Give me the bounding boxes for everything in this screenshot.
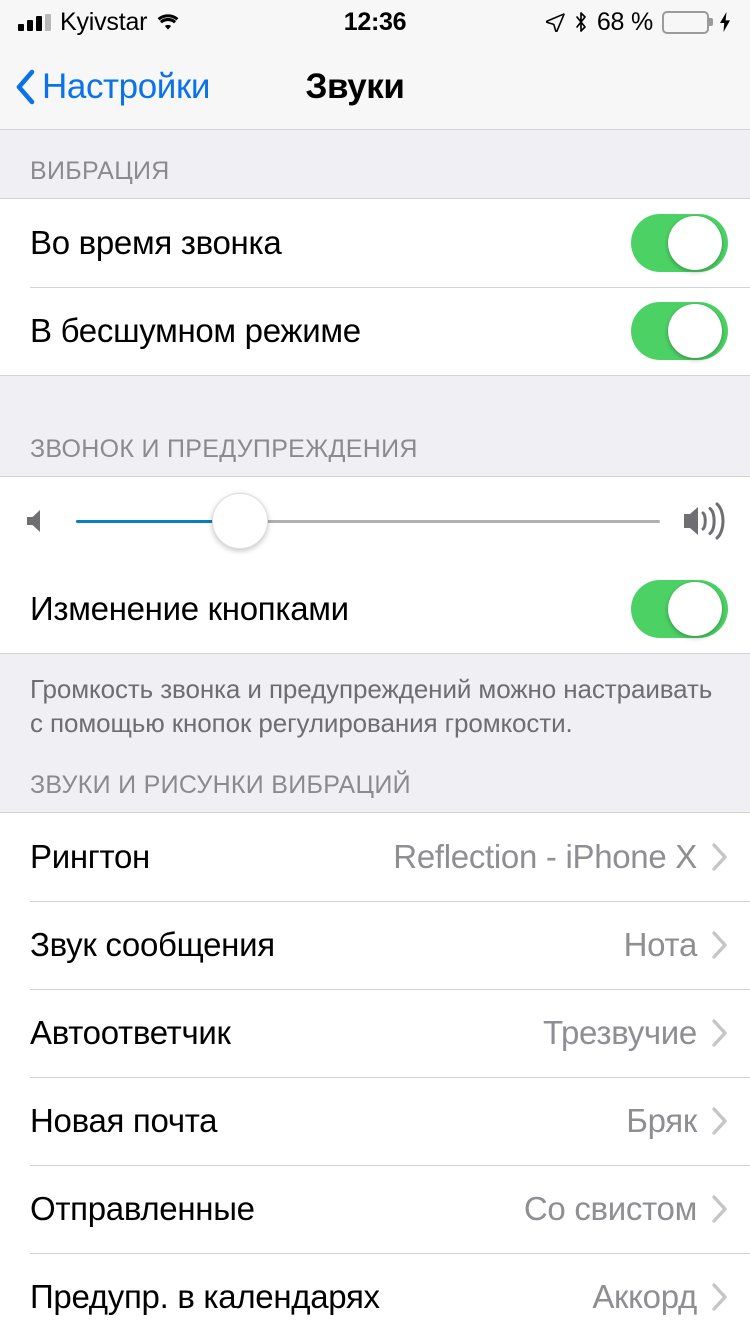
row-value: Трезвучие [542,1014,697,1052]
toggle-knob [668,582,722,636]
toggle-change-with-buttons[interactable] [631,580,728,638]
toggle-knob [668,216,722,270]
row-vibrate-on-silent[interactable]: В бесшумном режиме [0,287,750,375]
toggle-vibrate-on-silent[interactable] [631,302,728,360]
navigation-bar: Настройки Звуки [0,44,750,130]
charging-bolt-icon [718,11,732,33]
row-new-mail[interactable]: Новая почта Бряк [0,1077,750,1166]
toggle-vibrate-on-ring[interactable] [631,214,728,272]
row-accessory: Reflection - iPhone X [393,838,728,876]
row-ringtone[interactable]: Рингтон Reflection - iPhone X [0,813,750,902]
chevron-right-icon [711,1194,728,1224]
row-calendar-alerts[interactable]: Предупр. в календарях Аккорд [0,1253,750,1334]
list-sounds-vibration-patterns: Рингтон Reflection - iPhone X Звук сообщ… [0,812,750,1334]
row-value: Reflection - iPhone X [393,838,697,876]
section-gap-3 [0,740,750,769]
battery-icon [662,10,709,34]
settings-sounds-screen: Kyivstar 12:36 68 % Настройки Звуки ВИБР… [0,0,750,1334]
chevron-right-icon [711,842,728,872]
chevron-left-icon [14,69,36,105]
row-accessory: Со свистом [524,1190,728,1228]
row-value: Со свистом [523,1190,697,1228]
row-value: Аккорд [592,1278,697,1316]
row-accessory: Бряк [626,1102,728,1140]
row-label: Новая почта [30,1102,218,1140]
toggle-knob [668,304,722,358]
chevron-right-icon [711,1282,728,1312]
slider-thumb[interactable] [211,493,268,549]
speaker-low-icon [24,506,54,536]
list-ringer-alerts: Изменение кнопками [0,476,750,654]
row-label: Предупр. в календарях [30,1278,380,1316]
row-accessory: Трезвучие [543,1014,728,1052]
row-accessory [631,302,728,360]
back-button-label: Настройки [42,66,211,106]
row-text-tone[interactable]: Звук сообщения Нота [0,901,750,990]
section-header-vibration: ВИБРАЦИЯ [0,152,750,198]
row-accessory: Нота [624,926,728,964]
list-vibration: Во время звонка В бесшумном режиме [0,198,750,376]
row-accessory: Аккорд [592,1278,728,1316]
back-button[interactable]: Настройки [0,67,210,107]
section-header-sounds-vibration-patterns: ЗВУКИ И РИСУНКИ ВИБРАЦИЙ [0,768,750,813]
row-label: Рингтон [30,838,150,876]
row-value: Нота [623,926,698,964]
section-gap-2 [0,376,750,432]
status-bar: Kyivstar 12:36 68 % [0,0,750,44]
row-label: Автоответчик [30,1014,231,1052]
row-accessory [631,580,728,638]
section-gap-1 [0,130,750,152]
bluetooth-icon [574,11,588,33]
row-label: Звук сообщения [30,926,275,964]
row-label: В бесшумном режиме [30,312,361,349]
speaker-high-icon [682,501,728,541]
section-header-ringer-alerts: ЗВОНОК И ПРЕДУПРЕЖДЕНИЯ [0,432,750,476]
row-sent-mail[interactable]: Отправленные Со свистом [0,1165,750,1254]
row-change-with-buttons[interactable]: Изменение кнопками [0,565,750,653]
row-voicemail[interactable]: Автоответчик Трезвучие [0,989,750,1078]
footer-note-ringer-alerts: Громкость звонка и предупреждений можно … [0,654,750,741]
row-ringer-volume [0,477,750,565]
location-arrow-icon [545,12,565,32]
battery-percent-label: 68 % [596,7,653,36]
row-value: Бряк [626,1102,697,1140]
row-label: Отправленные [30,1190,255,1228]
ringer-volume-slider[interactable] [76,493,660,549]
chevron-right-icon [711,930,728,960]
row-vibrate-on-ring[interactable]: Во время звонка [0,199,750,287]
chevron-right-icon [711,1018,728,1048]
row-accessory [631,214,728,272]
row-label: Изменение кнопками [30,590,349,627]
chevron-right-icon [711,1106,728,1136]
row-label: Во время звонка [30,224,282,261]
status-bar-right: 68 % [545,8,732,37]
